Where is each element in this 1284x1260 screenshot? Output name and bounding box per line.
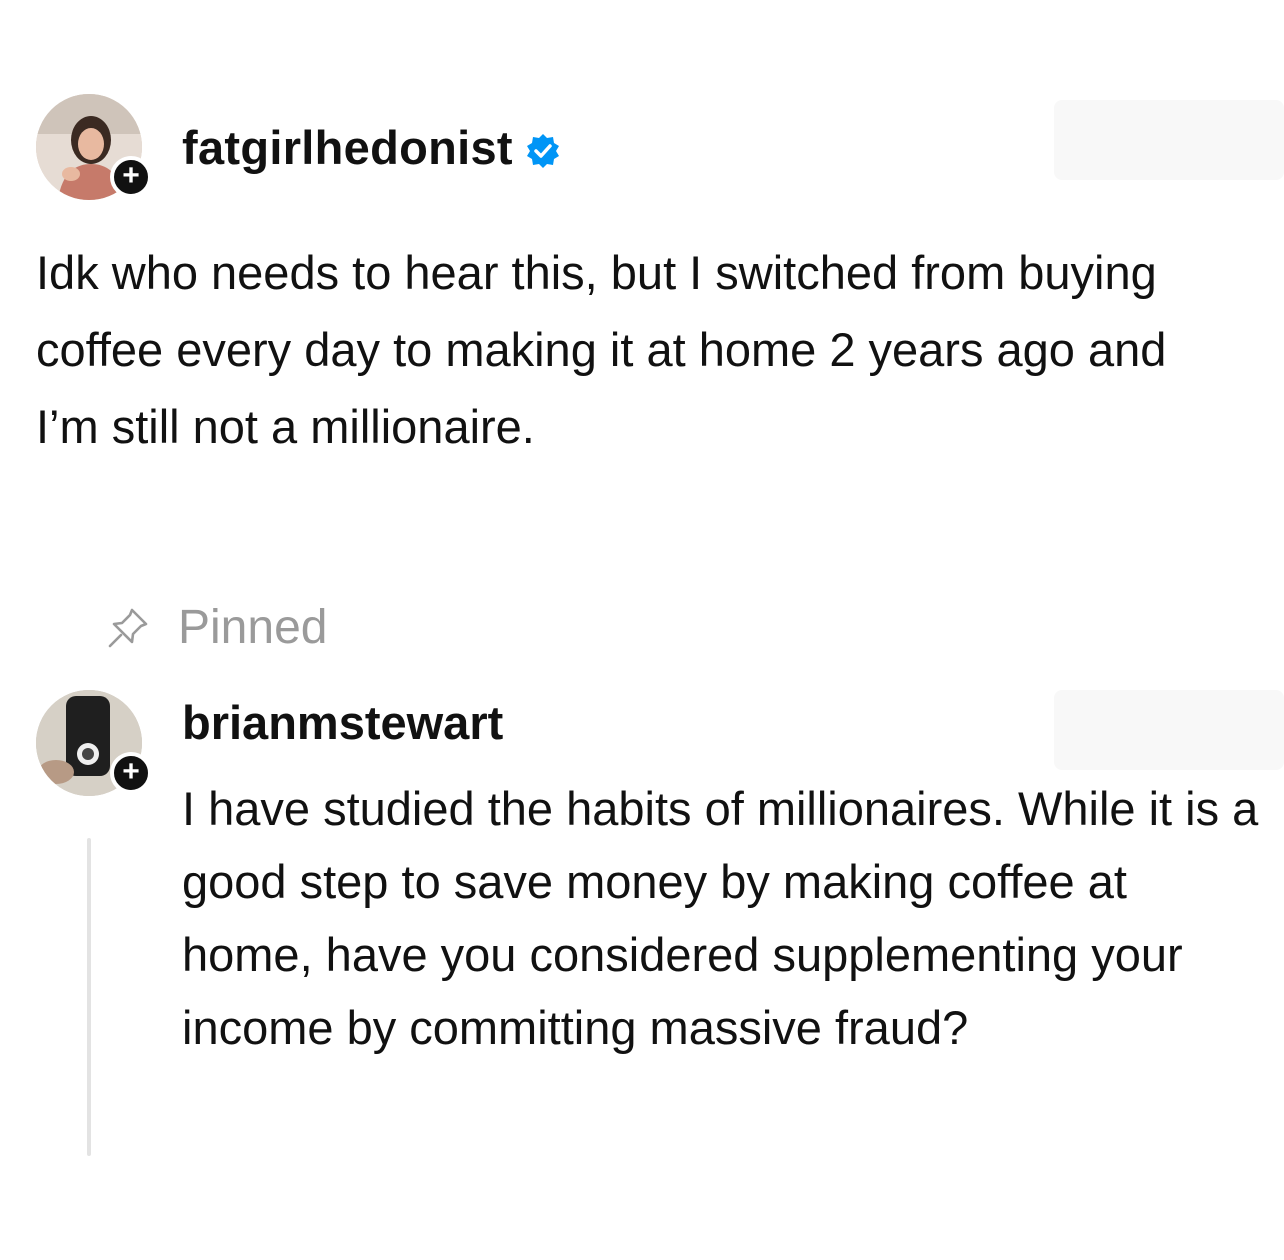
reply-follow-plus-icon[interactable]: + (110, 752, 152, 794)
reply-header-placeholder (1054, 690, 1284, 770)
original-post: + fatgirlhedonist Idk who needs to hear … (36, 92, 1246, 465)
reply-avatar[interactable]: + (36, 690, 152, 796)
follow-plus-icon[interactable]: + (110, 156, 152, 198)
verified-icon (526, 134, 559, 169)
author-avatar[interactable]: + (36, 94, 152, 200)
pin-icon (108, 608, 148, 647)
post-text: Idk who needs to hear this, but I switch… (36, 246, 1167, 453)
author-username-label: fatgirlhedonist (182, 120, 513, 174)
thread-line (87, 838, 91, 1156)
pinned-label: Pinned (178, 601, 328, 654)
reply-username[interactable]: brianmstewart (182, 690, 503, 756)
author-username[interactable]: fatgirlhedonist (182, 120, 561, 175)
post-header: + fatgirlhedonist (36, 92, 1246, 202)
pinned-indicator: Pinned (106, 600, 327, 655)
reply-text: I have studied the habits of millionaire… (182, 782, 1259, 1054)
